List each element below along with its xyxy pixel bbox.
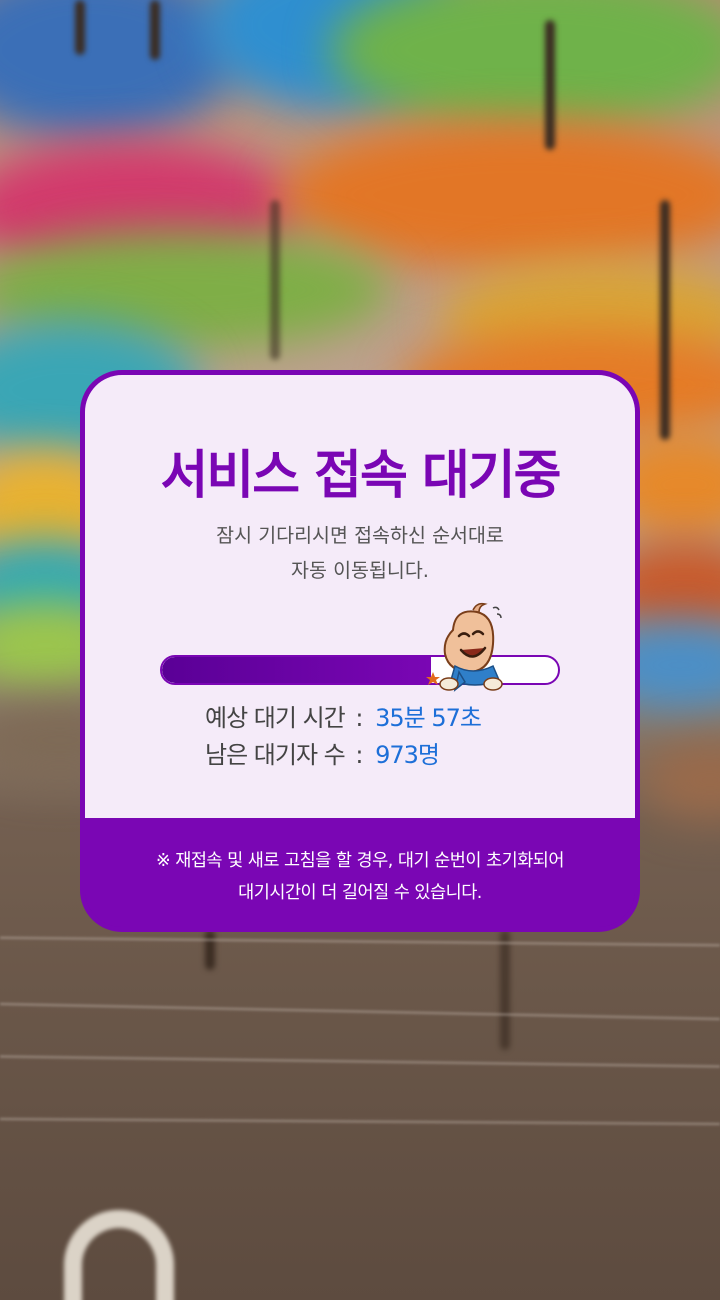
subtitle-line-2: 자동 이동됩니다.: [291, 559, 429, 582]
mascot-character-icon: [426, 602, 503, 692]
queue-progress-fill: [162, 657, 432, 683]
queue-count-separator: :: [355, 741, 363, 769]
dialog-subtitle: 잠시 기다리시면 접속하신 순서대로 자동 이동됩니다.: [85, 518, 635, 588]
wait-time-separator: :: [355, 704, 363, 732]
wait-time-label: 예상 대기 시간: [205, 704, 346, 732]
queue-count-value: 973명: [375, 741, 440, 769]
notice-line-1: ※ 재접속 및 새로 고침을 할 경우, 대기 순번이 초기화되어: [156, 851, 565, 871]
subtitle-line-1: 잠시 기다리시면 접속하신 순서대로: [216, 524, 504, 547]
queue-count-row: 남은 대기자 수 : 973명: [205, 737, 481, 774]
queue-count-label: 남은 대기자 수: [205, 741, 346, 769]
notice-line-2: 대기시간이 더 길어질 수 있습니다.: [238, 883, 482, 903]
wait-time-row: 예상 대기 시간 : 35분 57초: [205, 700, 482, 737]
wait-time-value: 35분 57초: [375, 704, 482, 732]
dialog-title: 서비스 접속 대기중: [160, 446, 562, 506]
queue-info: 예상 대기 시간 : 35분 57초 남은 대기자 수 : 973명: [205, 700, 482, 774]
reload-notice: ※ 재접속 및 새로 고침을 할 경우, 대기 순번이 초기화되어 대기시간이 …: [85, 845, 635, 909]
dialog-content: 서비스 접속 대기중 잠시 기다리시면 접속하신 순서대로 자동 이동됩니다.: [85, 375, 635, 818]
queue-dialog: 서비스 접속 대기중 잠시 기다리시면 접속하신 순서대로 자동 이동됩니다.: [80, 370, 640, 932]
